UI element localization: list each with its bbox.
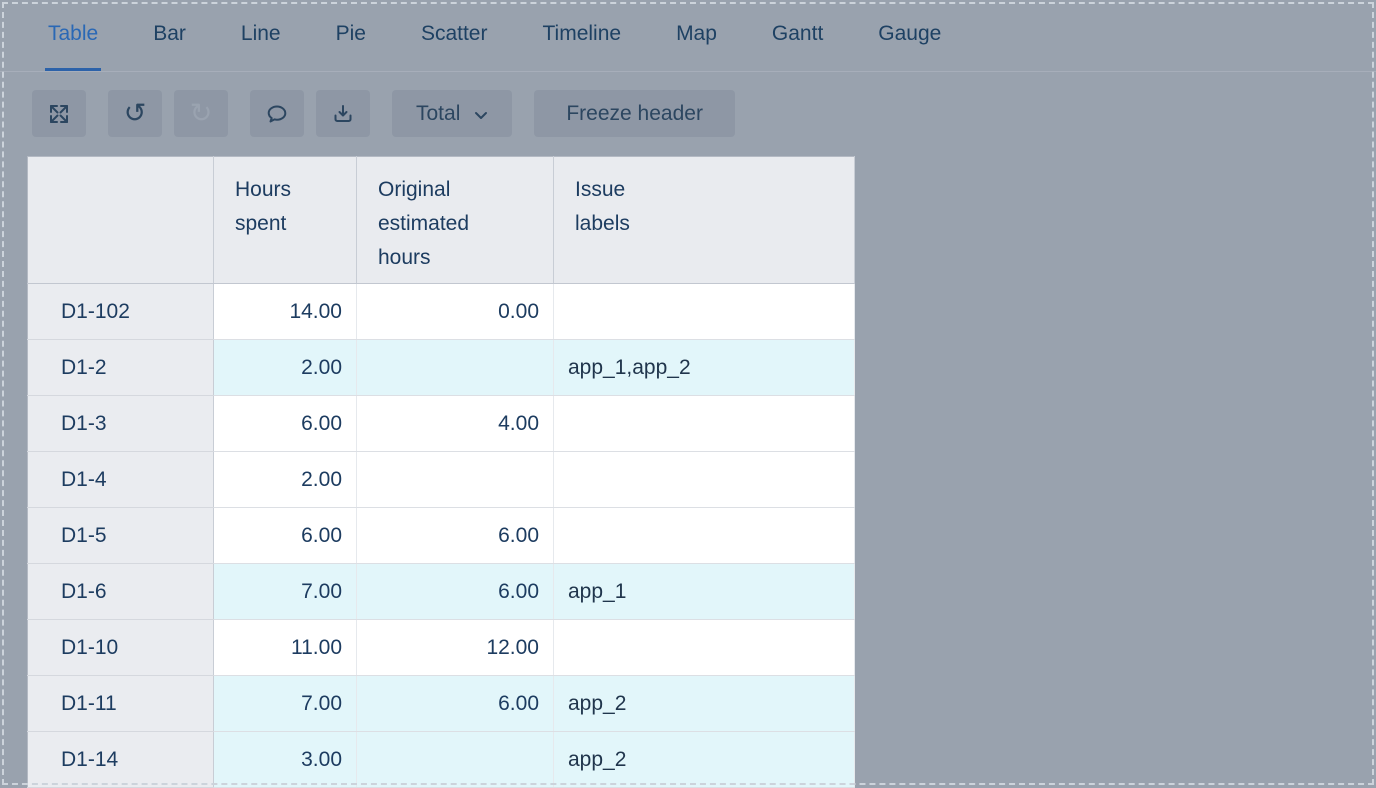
issue-labels-cell[interactable]: app_1	[554, 564, 855, 620]
download-icon	[331, 102, 355, 126]
chart-type-tabbar: Table Bar Line Pie Scatter Timeline Map …	[0, 0, 1376, 72]
issue-labels-cell[interactable]: app_1,app_2	[554, 340, 855, 396]
estimated-hours-cell[interactable]: 6.00	[357, 508, 554, 564]
tab-line[interactable]: Line	[238, 0, 284, 71]
tab-label: Timeline	[542, 22, 621, 46]
estimated-hours-cell[interactable]: 4.00	[357, 396, 554, 452]
row-key-cell[interactable]: D1-3	[28, 396, 214, 452]
table-row: D1-5 6.00 6.00	[28, 508, 855, 564]
estimated-hours-cell[interactable]: 12.00	[357, 620, 554, 676]
report-table: Hours spent Original estimated hours Iss…	[27, 156, 855, 788]
tab-bar[interactable]: Bar	[150, 0, 189, 71]
tab-label: Gauge	[878, 22, 941, 46]
tab-map[interactable]: Map	[673, 0, 720, 71]
estimated-hours-cell[interactable]	[357, 452, 554, 508]
comment-button[interactable]	[250, 90, 304, 137]
tab-label: Bar	[153, 22, 186, 46]
tab-label: Gantt	[772, 22, 823, 46]
expand-button[interactable]	[32, 90, 86, 137]
tab-gantt[interactable]: Gantt	[769, 0, 826, 71]
issue-labels-cell[interactable]	[554, 284, 855, 340]
report-toolbar: ↺ ↻ Total Freeze header	[32, 90, 747, 137]
table-row: D1-11 7.00 6.00 app_2	[28, 676, 855, 732]
total-dropdown-button[interactable]: Total	[392, 90, 512, 137]
estimated-hours-cell[interactable]: 6.00	[357, 564, 554, 620]
column-header-hours-spent[interactable]: Hours spent	[214, 157, 357, 284]
undo-icon: ↺	[124, 100, 147, 127]
estimated-hours-cell[interactable]	[357, 732, 554, 788]
tab-timeline[interactable]: Timeline	[539, 0, 624, 71]
row-key-cell[interactable]: D1-5	[28, 508, 214, 564]
issue-labels-cell[interactable]	[554, 508, 855, 564]
column-header-original-estimated-hours[interactable]: Original estimated hours	[357, 157, 554, 284]
row-key-cell[interactable]: D1-6	[28, 564, 214, 620]
table-row: D1-10 11.00 12.00	[28, 620, 855, 676]
tab-pie[interactable]: Pie	[333, 0, 369, 71]
issue-labels-cell[interactable]	[554, 620, 855, 676]
estimated-hours-cell[interactable]: 0.00	[357, 284, 554, 340]
row-key-cell[interactable]: D1-14	[28, 732, 214, 788]
issue-labels-cell[interactable]: app_2	[554, 732, 855, 788]
row-key-cell[interactable]: D1-102	[28, 284, 214, 340]
issue-labels-cell[interactable]	[554, 452, 855, 508]
table-row: D1-102 14.00 0.00	[28, 284, 855, 340]
row-key-cell[interactable]: D1-10	[28, 620, 214, 676]
issue-labels-cell[interactable]: app_2	[554, 676, 855, 732]
freeze-header-label: Freeze header	[566, 102, 703, 126]
column-header-rowkey[interactable]	[28, 157, 214, 284]
freeze-header-button[interactable]: Freeze header	[534, 90, 735, 137]
row-key-cell[interactable]: D1-2	[28, 340, 214, 396]
table-row: D1-14 3.00 app_2	[28, 732, 855, 788]
tab-label: Map	[676, 22, 717, 46]
redo-icon: ↻	[190, 100, 213, 127]
hours-spent-cell[interactable]: 11.00	[214, 620, 357, 676]
undo-button[interactable]: ↺	[108, 90, 162, 137]
row-key-cell[interactable]: D1-11	[28, 676, 214, 732]
tab-label: Table	[48, 22, 98, 46]
hours-spent-cell[interactable]: 2.00	[214, 452, 357, 508]
table-row: D1-3 6.00 4.00	[28, 396, 855, 452]
redo-button[interactable]: ↻	[174, 90, 228, 137]
estimated-hours-cell[interactable]: 6.00	[357, 676, 554, 732]
hours-spent-cell[interactable]: 3.00	[214, 732, 357, 788]
issue-labels-cell[interactable]	[554, 396, 855, 452]
hours-spent-cell[interactable]: 7.00	[214, 676, 357, 732]
hours-spent-cell[interactable]: 6.00	[214, 396, 357, 452]
comment-icon	[265, 102, 289, 126]
tab-label: Scatter	[421, 22, 488, 46]
table-row: D1-2 2.00 app_1,app_2	[28, 340, 855, 396]
header-row: Hours spent Original estimated hours Iss…	[28, 157, 855, 284]
chevron-down-icon	[474, 111, 488, 120]
download-button[interactable]	[316, 90, 370, 137]
estimated-hours-cell[interactable]	[357, 340, 554, 396]
tab-label: Pie	[336, 22, 366, 46]
tab-scatter[interactable]: Scatter	[418, 0, 491, 71]
tab-table[interactable]: Table	[45, 0, 101, 71]
hours-spent-cell[interactable]: 14.00	[214, 284, 357, 340]
hours-spent-cell[interactable]: 6.00	[214, 508, 357, 564]
hours-spent-cell[interactable]: 2.00	[214, 340, 357, 396]
table-row: D1-4 2.00	[28, 452, 855, 508]
row-key-cell[interactable]: D1-4	[28, 452, 214, 508]
tab-label: Line	[241, 22, 281, 46]
hours-spent-cell[interactable]: 7.00	[214, 564, 357, 620]
tab-gauge[interactable]: Gauge	[875, 0, 944, 71]
expand-icon	[47, 102, 71, 126]
table-row: D1-6 7.00 6.00 app_1	[28, 564, 855, 620]
total-dropdown-label: Total	[416, 102, 460, 126]
column-header-issue-labels[interactable]: Issue labels	[554, 157, 855, 284]
